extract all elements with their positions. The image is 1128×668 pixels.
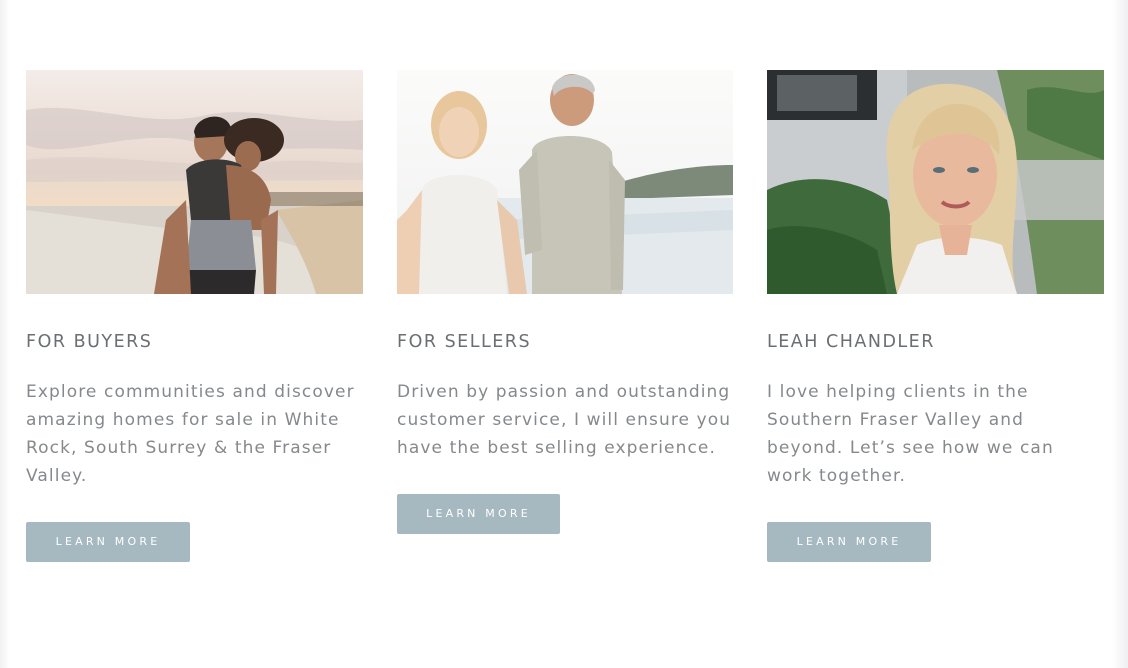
page: FOR BUYERS Explore communities and disco… — [0, 0, 1128, 668]
right-edge-shadow — [1112, 0, 1128, 668]
left-edge-shadow — [0, 0, 10, 668]
learn-more-button[interactable]: LEARN MORE — [767, 522, 931, 562]
senior-couple-image — [397, 70, 733, 294]
card-for-buyers: FOR BUYERS Explore communities and disco… — [26, 70, 363, 562]
card-description: I love helping clients in the Southern F… — [767, 382, 1054, 486]
learn-more-button[interactable]: LEARN MORE — [397, 494, 560, 534]
card-leah-chandler: LEAH CHANDLER I love helping clients in … — [767, 70, 1104, 562]
card-title: FOR SELLERS — [397, 332, 532, 352]
card-title: FOR BUYERS — [26, 332, 153, 352]
sellers-photo — [397, 70, 733, 294]
card-for-sellers: FOR SELLERS Driven by passion and outsta… — [397, 70, 733, 534]
agent-photo — [767, 70, 1104, 294]
card-description: Explore communities and discover amazing… — [26, 382, 355, 486]
agent-portrait-image — [767, 70, 1104, 294]
card-description: Driven by passion and outstanding custom… — [397, 382, 732, 458]
beach-couple-image — [26, 70, 363, 294]
learn-more-button[interactable]: LEARN MORE — [26, 522, 190, 562]
card-title: LEAH CHANDLER — [767, 332, 935, 352]
buyers-photo — [26, 70, 363, 294]
